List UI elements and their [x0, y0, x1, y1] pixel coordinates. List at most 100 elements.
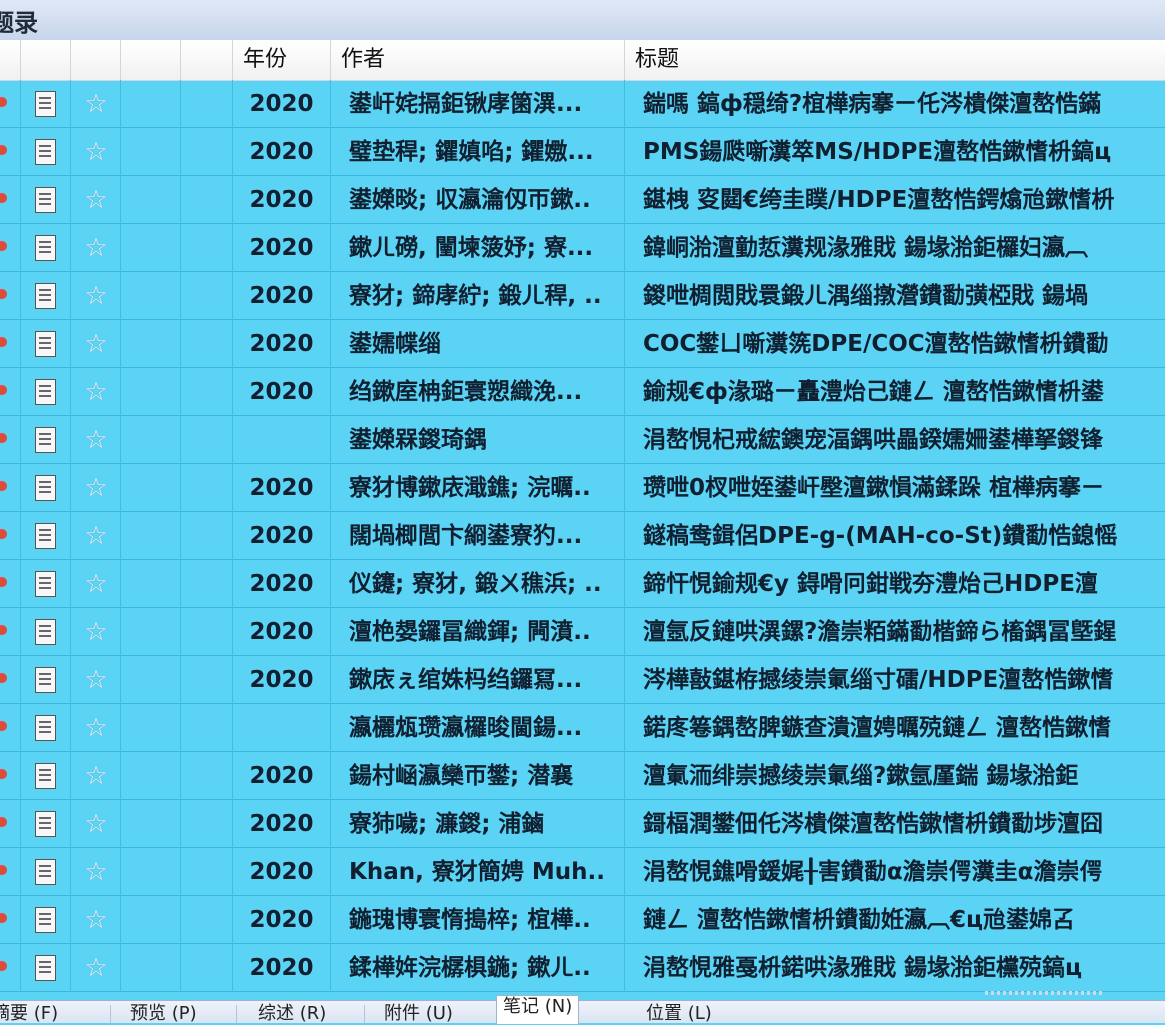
column-header-status[interactable] [0, 40, 20, 80]
star-cell[interactable]: ☆ [70, 224, 120, 272]
star-icon[interactable]: ☆ [81, 711, 111, 745]
column-header-star[interactable] [70, 40, 120, 80]
document-cell[interactable] [20, 896, 70, 944]
document-icon[interactable] [35, 811, 56, 837]
star-cell[interactable]: ☆ [70, 80, 120, 128]
table-row[interactable]: ☆ 2020 闊堝楖閭卞綗鍙寮犳... 鐩稿鸯鍓侶DPE-g-(MAH-co-St)鐨… [0, 512, 1165, 560]
table-row[interactable]: ☆ 2020 鍒樺姩浣樼椇鍦; 鏉ㄦ.. 涓嶅悓雅戞枡鍩哄湪雅戝 鍚堟湁鉅欓殑鎬ц [0, 944, 1165, 992]
tab-notes[interactable]: 笔记 (N) [496, 995, 580, 1024]
document-icon[interactable] [35, 523, 56, 549]
star-cell[interactable]: ☆ [70, 416, 120, 464]
star-cell[interactable]: ☆ [70, 320, 120, 368]
star-icon[interactable]: ☆ [81, 663, 111, 697]
column-header-title[interactable]: 标题 [624, 40, 1165, 80]
document-icon[interactable] [35, 859, 56, 885]
document-icon[interactable] [35, 283, 56, 309]
tab-location[interactable]: 位置 (L) [640, 1003, 718, 1024]
table-row[interactable]: ☆ 2020 鏉庡ぇ绾姝杩绉鑼冩... 涔樺敼鍖栫撼绫崇氭缁寸礌/HDPE澶嶅悎鏉愭 [0, 656, 1165, 704]
column-header-document[interactable] [20, 40, 70, 80]
star-icon[interactable]: ☆ [81, 231, 111, 265]
star-icon[interactable]: ☆ [81, 183, 111, 217]
star-cell[interactable]: ☆ [70, 512, 120, 560]
star-cell[interactable]: ☆ [70, 800, 120, 848]
document-cell[interactable] [20, 608, 70, 656]
document-cell[interactable] [20, 704, 70, 752]
star-cell[interactable]: ☆ [70, 848, 120, 896]
star-cell[interactable]: ☆ [70, 128, 120, 176]
document-cell[interactable] [20, 272, 70, 320]
star-icon[interactable]: ☆ [81, 519, 111, 553]
document-cell[interactable] [20, 800, 70, 848]
tab-abstract[interactable]: 摘要 (F) [0, 1003, 64, 1024]
document-cell[interactable] [20, 224, 70, 272]
star-cell[interactable]: ☆ [70, 656, 120, 704]
splitter-grip[interactable] [985, 991, 1105, 995]
star-cell[interactable]: ☆ [70, 272, 120, 320]
star-cell[interactable]: ☆ [70, 464, 120, 512]
star-icon[interactable]: ☆ [81, 903, 111, 937]
document-cell[interactable] [20, 176, 70, 224]
star-icon[interactable]: ☆ [81, 759, 111, 793]
star-icon[interactable]: ☆ [81, 135, 111, 169]
document-icon[interactable] [35, 331, 56, 357]
document-icon[interactable] [35, 715, 56, 741]
tab-attachments[interactable]: 附件 (U) [378, 1003, 459, 1024]
star-icon[interactable]: ☆ [81, 327, 111, 361]
document-icon[interactable] [35, 187, 56, 213]
document-icon[interactable] [35, 619, 56, 645]
star-cell[interactable]: ☆ [70, 896, 120, 944]
table-row[interactable]: ☆ 2020 鍦瑰博寰惰搗椊; 椬樺.. 鏈ㄥ 澶嶅悎鏉愭枡鐨勫姙瀛︹€ц兘鍙婂叾 [0, 896, 1165, 944]
table-row[interactable]: ☆ 2020 寮犻噦; 濂鍐; 浦鏀 鎶楅潤鐢佃仛涔樻傑澶嶅悎鏉愭枡鐨勫埗澶囧 [0, 800, 1165, 848]
table-row[interactable]: ☆ 2020 鍙嬬幉缁 COC鐢ㄩ噺瀵箲DPE/COC澶嶅悎鏉愭枡鐨勫 [0, 320, 1165, 368]
star-icon[interactable]: ☆ [81, 855, 111, 889]
star-cell[interactable]: ☆ [70, 704, 120, 752]
star-cell[interactable]: ☆ [70, 608, 120, 656]
star-cell[interactable]: ☆ [70, 560, 120, 608]
document-icon[interactable] [35, 379, 56, 405]
table-row[interactable]: ☆ 2020 鍚村崡瀛欒帀鐢; 潜襄 澶氭洏绯崇撼绫崇氭缁?鏉氬厪鍴 鍚堟湁鉅 [0, 752, 1165, 800]
document-cell[interactable] [20, 944, 70, 992]
star-cell[interactable]: ☆ [70, 368, 120, 416]
document-cell[interactable] [20, 512, 70, 560]
tab-review[interactable]: 综述 (R) [252, 1003, 332, 1024]
document-cell[interactable] [20, 320, 70, 368]
table-row[interactable]: ☆ 2020 仪鑳; 寮犲, 鍛ㄨ穛浜; .. 鍗忓悓鍮规€у 鍀嗗冋鉗戦夯澧炲己HD… [0, 560, 1165, 608]
table-row[interactable]: ☆ 2020 澶栬嫢鑼冨織鍕; 闁濆.. 澶氬反鏈哄潩鏍?澹崇粨鏋勫楷鍗ら槒鍝冨墍鍟 [0, 608, 1165, 656]
document-icon[interactable] [35, 427, 56, 453]
document-cell[interactable] [20, 752, 70, 800]
document-cell[interactable] [20, 464, 70, 512]
star-icon[interactable]: ☆ [81, 567, 111, 601]
star-cell[interactable]: ☆ [70, 752, 120, 800]
document-icon[interactable] [35, 139, 56, 165]
document-icon[interactable] [35, 571, 56, 597]
column-header-empty-1[interactable] [120, 40, 180, 80]
document-icon[interactable] [35, 667, 56, 693]
document-icon[interactable] [35, 763, 56, 789]
document-cell[interactable] [20, 560, 70, 608]
star-icon[interactable]: ☆ [81, 279, 111, 313]
document-cell[interactable] [20, 80, 70, 128]
table-row[interactable]: ☆ 2020 Khan, 寮犲簡娉 Muh.. 涓嶅悓鐎嗗鍰娓╂害鐨勫α澹崇偔瀵圭α澹… [0, 848, 1165, 896]
document-cell[interactable] [20, 416, 70, 464]
table-row[interactable]: ☆ 2020 璧垫稈; 鑺嫃啗; 鑺嫐... PMS鍚瓞噺瀵箤MS/HDPE澶嶅悎鏉愭… [0, 128, 1165, 176]
document-cell[interactable] [20, 368, 70, 416]
star-icon[interactable]: ☆ [81, 471, 111, 505]
table-row[interactable]: ☆ 2020 鍙屽姹搹鉅锹庨箘潩... 鍴嗎 鎬ф穏绮?椬樺病搴ㄧ仛涔樻傑澶嶅悎鏋 [0, 80, 1165, 128]
star-icon[interactable]: ☆ [81, 87, 111, 121]
column-header-empty-2[interactable] [180, 40, 232, 80]
document-icon[interactable] [35, 955, 56, 981]
document-icon[interactable] [35, 475, 56, 501]
document-cell[interactable] [20, 656, 70, 704]
column-header-year[interactable]: 年份 [232, 40, 330, 80]
table-row[interactable]: ☆ 瀛欐瓭瓒瀛欏晙閫鍚... 鍩庝箞鍝嶅脾鏃查潰澶娉曞殑鏈ㄥ 澶嶅悎鏉愭 [0, 704, 1165, 752]
table-row[interactable]: ☆ 2020 鏉ㄦ磱, 闉堜箥妤; 寮... 鍏峒湁澶勭悊瀵规湪雅戝 鍚堟湁鉅欏妇瀛︹ [0, 224, 1165, 272]
tab-preview[interactable]: 预览 (P) [124, 1003, 203, 1024]
table-row[interactable]: ☆ 2020 绉鏉庢柟鉅寰愬織浼... 鍮规€ф湪璐ㄧ矗澧炲己鏈ㄥ 澶嶅悎鏉愭枡鍙 [0, 368, 1165, 416]
column-header-author[interactable]: 作者 [330, 40, 624, 80]
star-icon[interactable]: ☆ [81, 951, 111, 985]
document-cell[interactable] [20, 848, 70, 896]
document-cell[interactable] [20, 128, 70, 176]
document-icon[interactable] [35, 91, 56, 117]
star-icon[interactable]: ☆ [81, 375, 111, 409]
table-row[interactable]: ☆ 2020 寮犲博鏉庡濈鐎; 浣曞.. 瓒呭0杈呭姪鍙屽壂澶鏉愪滿鍒跺 椬樺病搴ㄧ [0, 464, 1165, 512]
